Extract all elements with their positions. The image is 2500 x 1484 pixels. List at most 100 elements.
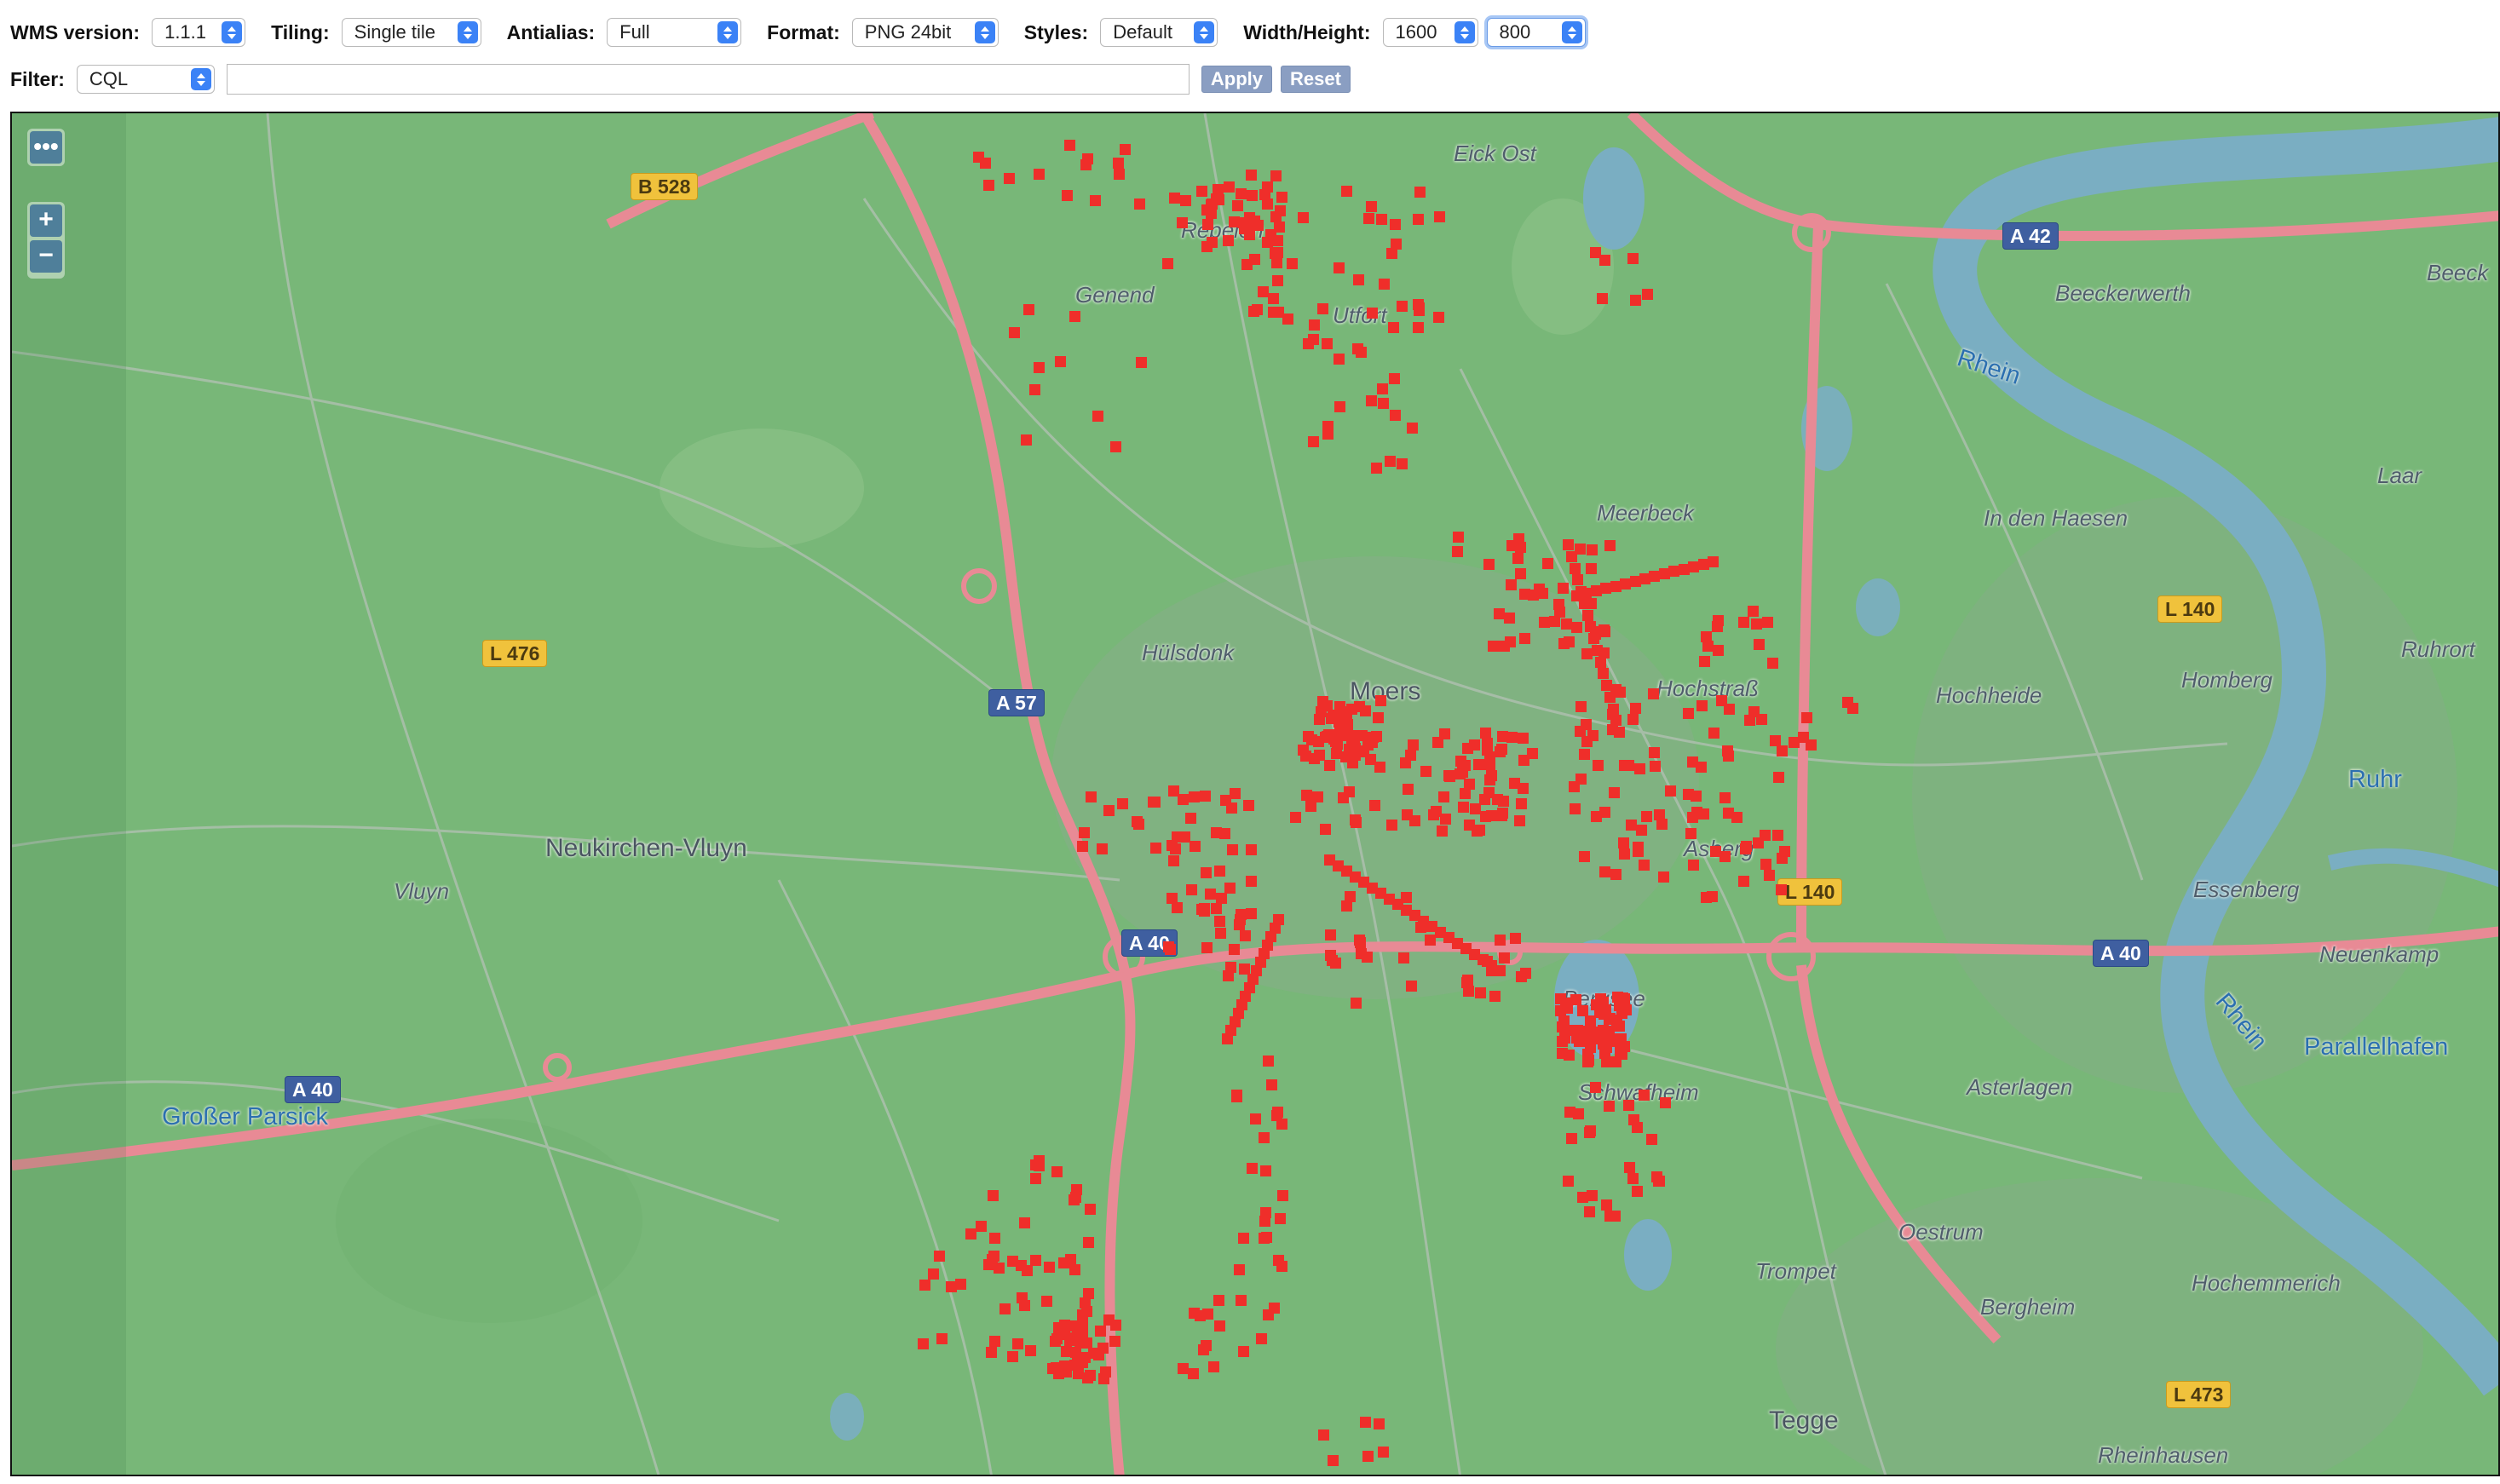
feature-point bbox=[1438, 791, 1449, 802]
wms-version-select[interactable]: 1.1.1 bbox=[152, 18, 246, 47]
feature-point bbox=[1437, 825, 1448, 837]
apply-button[interactable]: Apply bbox=[1201, 66, 1273, 93]
feature-point bbox=[1571, 622, 1582, 633]
feature-point bbox=[983, 180, 994, 191]
width-value: 1600 bbox=[1395, 21, 1437, 43]
feature-point bbox=[1579, 851, 1590, 862]
feature-point bbox=[1223, 235, 1234, 246]
feature-point bbox=[1148, 797, 1159, 808]
feature-point bbox=[1110, 441, 1121, 452]
feature-point bbox=[1572, 574, 1583, 585]
layer-switcher-button[interactable]: ••• bbox=[27, 129, 65, 166]
feature-point bbox=[1660, 1097, 1671, 1108]
feature-point bbox=[1549, 616, 1560, 627]
feature-point bbox=[1630, 703, 1641, 714]
feature-point bbox=[1723, 808, 1734, 819]
feature-point bbox=[1683, 708, 1694, 719]
feature-point bbox=[1317, 303, 1328, 314]
map-base-layer bbox=[12, 113, 2498, 1475]
feature-point bbox=[1699, 656, 1710, 667]
zoom-control: + − bbox=[27, 202, 65, 279]
road-shield: B 528 bbox=[631, 173, 699, 200]
width-select[interactable]: 1600 bbox=[1382, 18, 1478, 47]
height-select[interactable]: 800 bbox=[1486, 18, 1586, 47]
feature-point bbox=[1581, 736, 1593, 747]
feature-point bbox=[1373, 712, 1384, 723]
feature-point bbox=[1163, 941, 1174, 952]
feature-point bbox=[1575, 701, 1587, 712]
feature-point bbox=[1034, 362, 1045, 373]
feature-point bbox=[1433, 312, 1444, 323]
road-shield: A 42 bbox=[2002, 222, 2059, 250]
feature-point bbox=[1241, 259, 1253, 270]
feature-point bbox=[1762, 617, 1773, 628]
feature-point bbox=[1371, 463, 1382, 474]
feature-point bbox=[1604, 1026, 1615, 1037]
feature-point bbox=[1378, 398, 1389, 409]
feature-point bbox=[1019, 1217, 1030, 1228]
styles-select[interactable]: Default bbox=[1100, 18, 1218, 47]
feature-point bbox=[1499, 952, 1510, 963]
feature-point bbox=[1513, 533, 1524, 544]
feature-point bbox=[946, 1281, 957, 1292]
feature-point bbox=[1211, 193, 1222, 204]
filter-input[interactable] bbox=[226, 64, 1190, 95]
feature-point bbox=[1409, 815, 1420, 826]
feature-point bbox=[1229, 944, 1240, 955]
format-select[interactable]: PNG 24bit bbox=[851, 18, 999, 47]
feature-point bbox=[1007, 1351, 1018, 1362]
feature-point bbox=[1452, 546, 1463, 557]
feature-point bbox=[1004, 173, 1015, 184]
tiling-select[interactable]: Single tile bbox=[341, 18, 481, 47]
road-shield: L 473 bbox=[2166, 1381, 2232, 1408]
water-label: Ruhr bbox=[2348, 766, 2402, 793]
map-viewport[interactable]: Rheinhausen Tegge Bergheim Hochemmerich … bbox=[10, 112, 2500, 1476]
feature-point bbox=[1627, 253, 1639, 264]
chevron-updown-icon bbox=[222, 21, 243, 43]
feature-point bbox=[1688, 860, 1699, 871]
feature-point bbox=[1512, 553, 1524, 564]
chevron-updown-icon bbox=[974, 21, 995, 43]
format-label: Format: bbox=[767, 20, 840, 43]
feature-point bbox=[989, 1336, 1000, 1347]
feature-point bbox=[1055, 356, 1066, 367]
feature-point bbox=[1432, 737, 1443, 748]
feature-point bbox=[1489, 991, 1501, 1002]
wms-toolbar: WMS version: 1.1.1 Tiling: Single tile A… bbox=[0, 0, 2500, 109]
feature-point bbox=[1189, 791, 1200, 802]
antialias-select[interactable]: Full bbox=[607, 18, 742, 47]
feature-point bbox=[1366, 201, 1377, 212]
feature-point bbox=[1390, 219, 1401, 230]
zoom-out-button[interactable]: − bbox=[30, 240, 62, 273]
antialias-value: Full bbox=[619, 21, 650, 43]
feature-point bbox=[1497, 731, 1508, 742]
feature-point bbox=[1249, 216, 1260, 227]
feature-point bbox=[1570, 563, 1581, 574]
place-label: Parallelhafen bbox=[2304, 1033, 2449, 1061]
feature-point bbox=[1597, 293, 1608, 304]
feature-point bbox=[1407, 423, 1418, 434]
feature-point bbox=[1587, 544, 1598, 555]
feature-point bbox=[1519, 589, 1530, 600]
feature-point bbox=[1632, 1122, 1643, 1133]
feature-point bbox=[1719, 792, 1731, 803]
feature-point bbox=[1227, 844, 1238, 855]
feature-point bbox=[1079, 827, 1090, 838]
feature-point bbox=[1246, 876, 1257, 887]
feature-point bbox=[1351, 998, 1362, 1009]
filter-type-select[interactable]: CQL bbox=[76, 65, 215, 94]
road-shield: A 57 bbox=[988, 689, 1045, 716]
zoom-in-button[interactable]: + bbox=[30, 204, 62, 237]
feature-point bbox=[936, 1333, 948, 1344]
feature-point bbox=[1480, 811, 1491, 822]
feature-point bbox=[1403, 784, 1414, 795]
feature-point bbox=[1110, 1320, 1121, 1331]
feature-point bbox=[1092, 411, 1103, 422]
feature-point bbox=[1168, 855, 1179, 866]
feature-point bbox=[1025, 1345, 1036, 1356]
feature-point bbox=[1443, 770, 1454, 781]
feature-point bbox=[1247, 1163, 1258, 1174]
reset-button[interactable]: Reset bbox=[1281, 66, 1351, 93]
feature-point bbox=[1009, 327, 1020, 338]
place-label: Eick Ost bbox=[1454, 141, 1536, 166]
